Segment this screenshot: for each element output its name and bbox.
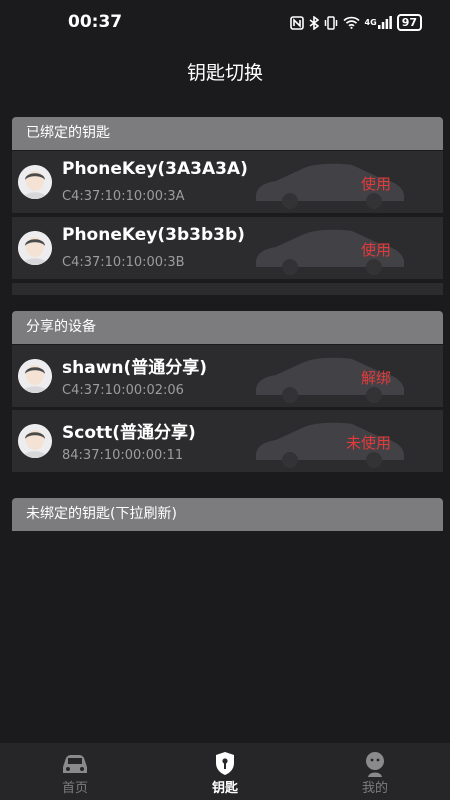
- bluetooth-icon: [309, 15, 319, 30]
- user-avatar-icon: [18, 424, 52, 458]
- avatar: [18, 359, 52, 393]
- tab-profile-label: 我的: [361, 781, 388, 796]
- avatar: [18, 231, 52, 265]
- unbound-keys-header: 未绑定的钥匙(下拉刷新): [12, 498, 443, 531]
- shared-devices-section: 分享的设备 shawn(普通分享) C4:37:10:00:02:06 解绑 S…: [12, 311, 443, 476]
- key-row-partial: [12, 283, 443, 295]
- unused-button[interactable]: 未使用: [346, 432, 391, 453]
- shared-device-row[interactable]: shawn(普通分享) C4:37:10:00:02:06 解绑: [12, 345, 443, 407]
- use-button[interactable]: 使用: [361, 239, 391, 260]
- key-name: PhoneKey(3A3A3A): [62, 159, 248, 179]
- signal-icon: [377, 16, 392, 29]
- wifi-icon: [342, 16, 360, 29]
- unbound-keys-section[interactable]: 未绑定的钥匙(下拉刷新): [12, 498, 443, 531]
- shared-device-row[interactable]: Scott(普通分享) 84:37:10:00:00:11 未使用: [12, 410, 443, 472]
- vibrate-icon: [324, 15, 337, 30]
- device-mac: C4:37:10:00:02:06: [62, 383, 184, 398]
- bound-keys-header: 已绑定的钥匙: [12, 117, 443, 150]
- key-mac: C4:37:10:10:00:3B: [62, 255, 185, 270]
- use-button[interactable]: 使用: [361, 173, 391, 194]
- avatar: [18, 165, 52, 199]
- profile-icon: [366, 752, 384, 777]
- avatar: [18, 424, 52, 458]
- user-avatar-icon: [18, 165, 52, 199]
- status-bar: 00:37 4G 97: [0, 0, 450, 44]
- key-shield-icon: [216, 752, 234, 775]
- status-icons: 4G 97: [289, 14, 422, 31]
- key-row[interactable]: PhoneKey(3b3b3b) C4:37:10:10:00:3B 使用: [12, 217, 443, 279]
- tab-profile[interactable]: 我的: [300, 743, 450, 800]
- unbind-button[interactable]: 解绑: [361, 367, 391, 388]
- battery-indicator: 97: [396, 14, 422, 31]
- page-title: 钥匙切换: [186, 62, 263, 84]
- status-time: 00:37: [68, 12, 123, 32]
- key-row[interactable]: PhoneKey(3A3A3A) C4:37:10:10:00:3A 使用: [12, 151, 443, 213]
- device-name: shawn(普通分享): [62, 358, 208, 378]
- key-mac: C4:37:10:10:00:3A: [62, 189, 185, 204]
- key-name: PhoneKey(3b3b3b): [62, 225, 245, 245]
- device-mac: 84:37:10:00:00:11: [62, 448, 184, 463]
- shared-devices-header: 分享的设备: [12, 311, 443, 344]
- nfc-icon: [289, 15, 304, 30]
- tab-home[interactable]: 首页: [0, 743, 150, 800]
- device-name: Scott(普通分享): [62, 423, 196, 443]
- user-avatar-icon: [18, 359, 52, 393]
- user-avatar-icon: [18, 231, 52, 265]
- tab-home-label: 首页: [61, 781, 88, 796]
- bottom-tab-bar: 首页 钥匙 我的: [0, 742, 450, 800]
- tab-key[interactable]: 钥匙: [150, 743, 300, 800]
- car-icon: [63, 755, 87, 773]
- signal-label: 4G: [364, 18, 377, 27]
- bound-keys-section: 已绑定的钥匙 PhoneKey(3A3A3A) C4:37:10:10:00:3…: [12, 117, 443, 297]
- tab-key-label: 钥匙: [211, 781, 238, 796]
